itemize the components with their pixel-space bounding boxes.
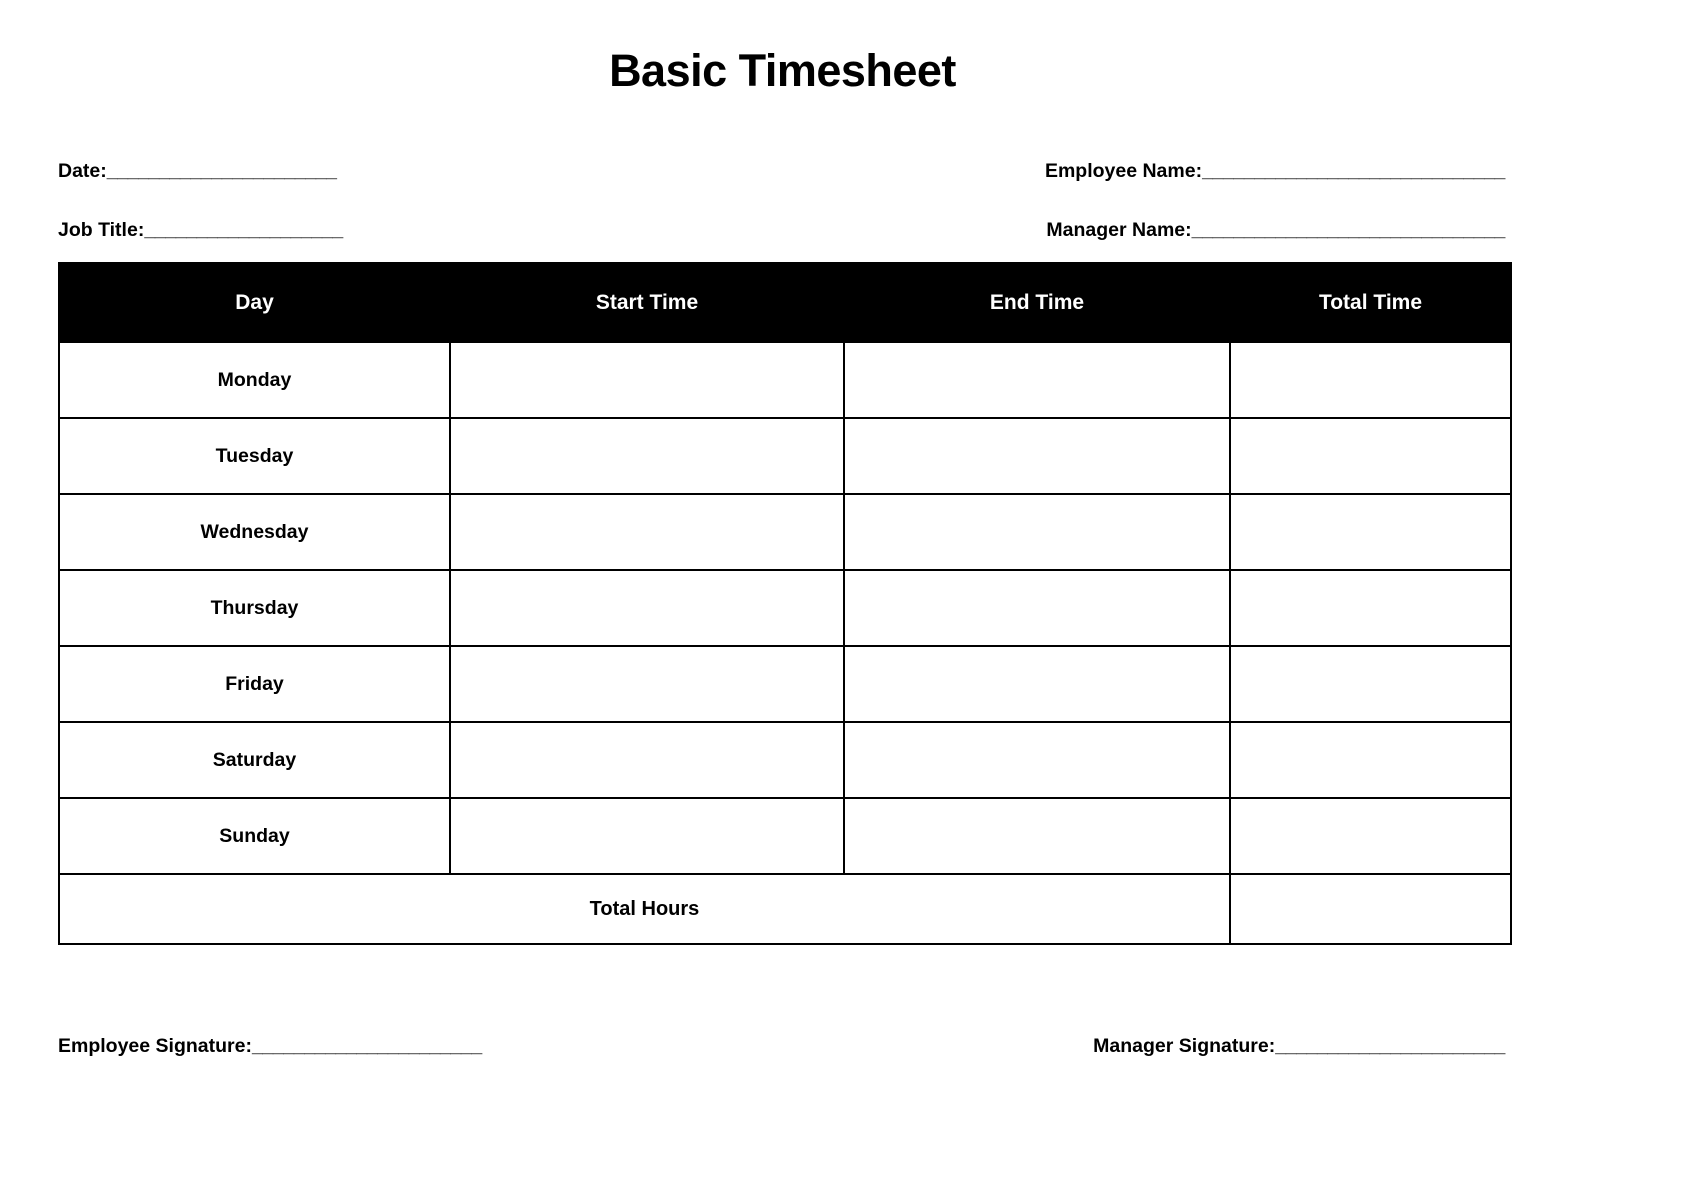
total-hours-row: Total Hours <box>58 873 1512 945</box>
total-time-cell-saturday[interactable] <box>1229 721 1512 799</box>
end-time-cell-wednesday[interactable] <box>843 493 1231 571</box>
employee-signature-field[interactable]: Employee Signature: _____________________… <box>58 1035 482 1058</box>
start-time-cell-friday[interactable] <box>449 645 845 723</box>
day-label-thursday: Thursday <box>58 569 451 647</box>
total-time-cell-sunday[interactable] <box>1229 797 1512 875</box>
table-row: Friday <box>58 645 1512 723</box>
job-title-input-line[interactable]: ___________________ <box>144 219 343 242</box>
job-title-label: Job Title: <box>58 219 145 241</box>
manager-name-input-line[interactable]: ______________________________ <box>1192 219 1506 242</box>
manager-signature-input-line[interactable]: ______________________ <box>1275 1035 1505 1058</box>
day-label-tuesday: Tuesday <box>58 417 451 495</box>
column-header-total-time: Total Time <box>1229 262 1512 343</box>
table-row: Sunday <box>58 797 1512 875</box>
manager-signature-label: Manager Signature: <box>1093 1035 1276 1057</box>
table-row: Tuesday <box>58 417 1512 495</box>
end-time-cell-friday[interactable] <box>843 645 1231 723</box>
start-time-cell-tuesday[interactable] <box>449 417 845 495</box>
employee-signature-input-line[interactable]: ______________________ <box>252 1035 482 1058</box>
day-label-monday: Monday <box>58 341 451 419</box>
column-header-end-time: End Time <box>843 262 1231 343</box>
timesheet-table: Day Start Time End Time Total Time Monda… <box>58 262 1512 945</box>
total-hours-value-cell[interactable] <box>1229 873 1512 945</box>
table-row: Thursday <box>58 569 1512 647</box>
end-time-cell-monday[interactable] <box>843 341 1231 419</box>
date-label: Date: <box>58 160 107 182</box>
end-time-cell-saturday[interactable] <box>843 721 1231 799</box>
job-title-field[interactable]: Job Title: ___________________ <box>58 219 343 242</box>
page-title: Basic Timesheet <box>609 45 956 96</box>
day-label-friday: Friday <box>58 645 451 723</box>
employee-name-field[interactable]: Employee Name: _________________________… <box>1045 160 1505 183</box>
header-fields-row-1: Date: ______________________ Employee Na… <box>58 160 1513 183</box>
table-body: Monday Tuesday Wednesday Thursday Friday… <box>58 341 1512 945</box>
table-row: Saturday <box>58 721 1512 799</box>
employee-signature-label: Employee Signature: <box>58 1035 252 1057</box>
start-time-cell-wednesday[interactable] <box>449 493 845 571</box>
employee-name-input-line[interactable]: _____________________________ <box>1202 160 1505 183</box>
manager-name-label: Manager Name: <box>1046 219 1192 241</box>
total-time-cell-tuesday[interactable] <box>1229 417 1512 495</box>
manager-signature-field[interactable]: Manager Signature: ______________________ <box>1093 1035 1505 1058</box>
table-header: Day Start Time End Time Total Time <box>58 262 1512 343</box>
column-header-day: Day <box>58 262 451 343</box>
total-time-cell-thursday[interactable] <box>1229 569 1512 647</box>
start-time-cell-monday[interactable] <box>449 341 845 419</box>
day-label-saturday: Saturday <box>58 721 451 799</box>
signature-row: Employee Signature: _____________________… <box>58 1035 1513 1058</box>
total-hours-label: Total Hours <box>58 873 1231 945</box>
day-label-wednesday: Wednesday <box>58 493 451 571</box>
header-fields-row-2: Job Title: ___________________ Manager Na… <box>58 219 1513 242</box>
total-time-cell-wednesday[interactable] <box>1229 493 1512 571</box>
total-time-cell-monday[interactable] <box>1229 341 1512 419</box>
column-header-start-time: Start Time <box>449 262 845 343</box>
start-time-cell-saturday[interactable] <box>449 721 845 799</box>
manager-name-field[interactable]: Manager Name: __________________________… <box>1046 219 1505 242</box>
timesheet-page: Basic Timesheet Date: __________________… <box>0 0 1684 1192</box>
end-time-cell-sunday[interactable] <box>843 797 1231 875</box>
start-time-cell-thursday[interactable] <box>449 569 845 647</box>
day-label-sunday: Sunday <box>58 797 451 875</box>
end-time-cell-tuesday[interactable] <box>843 417 1231 495</box>
start-time-cell-sunday[interactable] <box>449 797 845 875</box>
total-time-cell-friday[interactable] <box>1229 645 1512 723</box>
employee-name-label: Employee Name: <box>1044 160 1203 182</box>
date-input-line[interactable]: ______________________ <box>107 160 337 183</box>
table-header-row: Day Start Time End Time Total Time <box>58 262 1512 343</box>
table-row: Wednesday <box>58 493 1512 571</box>
end-time-cell-thursday[interactable] <box>843 569 1231 647</box>
date-field[interactable]: Date: ______________________ <box>58 160 337 183</box>
table-row: Monday <box>58 341 1512 419</box>
